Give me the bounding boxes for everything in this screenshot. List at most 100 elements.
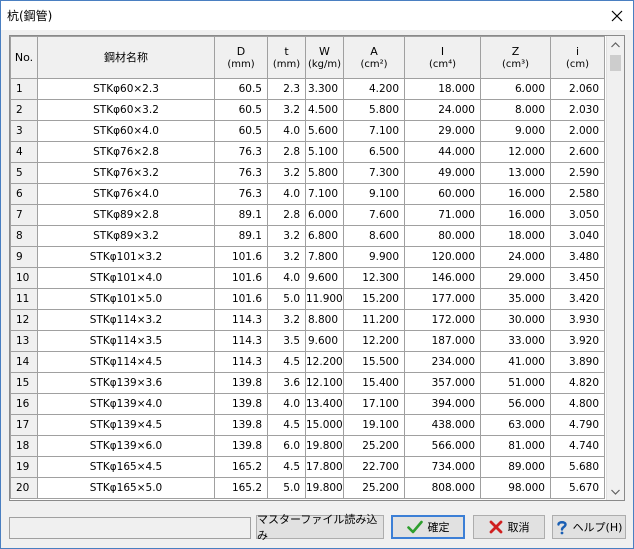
table-cell[interactable]: 3.300 <box>305 78 344 100</box>
table-cell[interactable]: STKφ60×3.2 <box>37 99 215 121</box>
table-cell[interactable]: 15.200 <box>343 288 405 310</box>
table-cell[interactable]: STKφ60×4.0 <box>37 120 215 142</box>
table-cell[interactable]: 4.740 <box>550 435 605 457</box>
table-cell[interactable]: 25.200 <box>343 477 405 499</box>
table-row[interactable]: 16 STKφ139×4.0 139.8 4.0 13.400 17.100 394.000… <box>10 393 605 415</box>
table-cell[interactable]: 17.800 <box>305 456 344 478</box>
table-cell[interactable]: 6.000 <box>480 78 551 100</box>
close-button[interactable] <box>601 1 633 30</box>
table-row[interactable]: 4 STKφ76×2.8 76.3 2.8 5.100 6.500 44.000 12.000… <box>10 141 605 163</box>
table-cell[interactable]: 177.000 <box>404 288 481 310</box>
table-cell[interactable]: 146.000 <box>404 267 481 289</box>
table-cell[interactable]: 114.3 <box>214 309 268 331</box>
table-cell[interactable]: 7.100 <box>305 183 344 205</box>
table-cell[interactable]: 89.1 <box>214 225 268 247</box>
table-cell[interactable]: 16.000 <box>480 183 551 205</box>
table-cell[interactable]: 2.060 <box>550 78 605 100</box>
table-cell[interactable]: 56.000 <box>480 393 551 415</box>
table-cell[interactable]: STKφ114×3.5 <box>37 330 215 352</box>
table-cell[interactable]: 4.800 <box>550 393 605 415</box>
table-cell[interactable]: STKφ101×3.2 <box>37 246 215 268</box>
table-cell[interactable]: 17.100 <box>343 393 405 415</box>
table-cell[interactable]: 25.200 <box>343 435 405 457</box>
row-number-cell[interactable]: 14 <box>10 351 38 373</box>
table-cell[interactable]: 5.100 <box>305 141 344 163</box>
table-row[interactable]: 8 STKφ89×3.2 89.1 3.2 6.800 8.600 80.000 18.000… <box>10 225 605 247</box>
table-cell[interactable]: 2.030 <box>550 99 605 121</box>
table-row[interactable]: 6 STKφ76×4.0 76.3 4.0 7.100 9.100 60.000 16.000… <box>10 183 605 205</box>
table-cell[interactable]: 76.3 <box>214 141 268 163</box>
table-cell[interactable]: 187.000 <box>404 330 481 352</box>
table-cell[interactable]: 101.6 <box>214 288 268 310</box>
table-cell[interactable]: 4.820 <box>550 372 605 394</box>
table-cell[interactable]: 80.000 <box>404 225 481 247</box>
table-cell[interactable]: 4.5 <box>267 414 306 436</box>
table-cell[interactable]: 41.000 <box>480 351 551 373</box>
table-cell[interactable]: 3.2 <box>267 225 306 247</box>
row-number-cell[interactable]: 2 <box>10 99 38 121</box>
table-cell[interactable]: 5.600 <box>305 120 344 142</box>
table-row[interactable]: 14 STKφ114×4.5 114.3 4.5 12.200 15.500 234.000… <box>10 351 605 373</box>
table-cell[interactable]: 172.000 <box>404 309 481 331</box>
table-row[interactable]: 20 STKφ165×5.0 165.2 5.0 19.800 25.200 808.000… <box>10 477 605 499</box>
table-cell[interactable]: 4.0 <box>267 393 306 415</box>
table-cell[interactable]: 13.000 <box>480 162 551 184</box>
table-cell[interactable]: STKφ114×4.5 <box>37 351 215 373</box>
table-cell[interactable]: 165.2 <box>214 456 268 478</box>
load-master-file-button[interactable]: マスターファイル読み込み <box>256 513 384 542</box>
steel-pipe-grid[interactable]: No. 鋼材名称 D (mm) t (mm) W (kg/m) A (cm²) I (cm⁴) Z (cm… <box>9 35 625 501</box>
table-cell[interactable]: 2.3 <box>267 78 306 100</box>
table-cell[interactable]: STKφ76×2.8 <box>37 141 215 163</box>
table-cell[interactable]: 2.8 <box>267 141 306 163</box>
row-number-cell[interactable]: 17 <box>10 414 38 436</box>
table-cell[interactable]: 4.200 <box>343 78 405 100</box>
table-cell[interactable]: 165.2 <box>214 477 268 499</box>
table-cell[interactable]: 12.100 <box>305 372 344 394</box>
table-cell[interactable]: STKφ76×4.0 <box>37 183 215 205</box>
table-cell[interactable]: 6.000 <box>305 204 344 226</box>
table-cell[interactable]: 18.000 <box>404 78 481 100</box>
table-cell[interactable]: 438.000 <box>404 414 481 436</box>
table-cell[interactable]: 29.000 <box>404 120 481 142</box>
table-cell[interactable]: 15.000 <box>305 414 344 436</box>
table-cell[interactable]: 19.100 <box>343 414 405 436</box>
row-number-cell[interactable]: 15 <box>10 372 38 394</box>
table-cell[interactable]: 76.3 <box>214 183 268 205</box>
table-cell[interactable]: 13.400 <box>305 393 344 415</box>
table-cell[interactable]: 9.000 <box>480 120 551 142</box>
table-cell[interactable]: 19.800 <box>305 435 344 457</box>
table-cell[interactable]: 60.5 <box>214 120 268 142</box>
table-cell[interactable]: 60.5 <box>214 99 268 121</box>
table-cell[interactable]: STKφ165×4.5 <box>37 456 215 478</box>
table-cell[interactable]: 22.700 <box>343 456 405 478</box>
table-cell[interactable]: 8.600 <box>343 225 405 247</box>
table-row[interactable]: 15 STKφ139×3.6 139.8 3.6 12.100 15.400 357.000… <box>10 372 605 394</box>
table-row[interactable]: 2 STKφ60×3.2 60.5 3.2 4.500 5.800 24.000 8.000 2… <box>10 99 605 121</box>
table-row[interactable]: 7 STKφ89×2.8 89.1 2.8 6.000 7.600 71.000 16.000… <box>10 204 605 226</box>
table-cell[interactable]: 3.920 <box>550 330 605 352</box>
table-cell[interactable]: 81.000 <box>480 435 551 457</box>
table-cell[interactable]: 3.5 <box>267 330 306 352</box>
table-row[interactable]: 13 STKφ114×3.5 114.3 3.5 9.600 12.200 187.000 3… <box>10 330 605 352</box>
table-row[interactable]: 3 STKφ60×4.0 60.5 4.0 5.600 7.100 29.000 9.000 2… <box>10 120 605 142</box>
table-cell[interactable]: 4.5 <box>267 456 306 478</box>
row-number-cell[interactable]: 9 <box>10 246 38 268</box>
table-row[interactable]: 11 STKφ101×5.0 101.6 5.0 11.900 15.200 177.000… <box>10 288 605 310</box>
table-row[interactable]: 10 STKφ101×4.0 101.6 4.0 9.600 12.300 146.000 2… <box>10 267 605 289</box>
row-number-cell[interactable]: 11 <box>10 288 38 310</box>
table-cell[interactable]: 3.480 <box>550 246 605 268</box>
table-cell[interactable]: 12.200 <box>305 351 344 373</box>
table-cell[interactable]: 139.8 <box>214 393 268 415</box>
table-cell[interactable]: 120.000 <box>404 246 481 268</box>
table-cell[interactable]: 4.5 <box>267 351 306 373</box>
table-row[interactable]: 1 STKφ60×2.3 60.5 2.3 3.300 4.200 18.000 6.000 2… <box>10 78 605 100</box>
table-cell[interactable]: 4.0 <box>267 183 306 205</box>
table-cell[interactable]: 11.900 <box>305 288 344 310</box>
table-cell[interactable]: 11.200 <box>343 309 405 331</box>
table-cell[interactable]: 24.000 <box>404 99 481 121</box>
row-number-cell[interactable]: 6 <box>10 183 38 205</box>
table-cell[interactable]: 9.100 <box>343 183 405 205</box>
table-cell[interactable]: 98.000 <box>480 477 551 499</box>
table-cell[interactable]: 89.000 <box>480 456 551 478</box>
table-cell[interactable]: 114.3 <box>214 330 268 352</box>
